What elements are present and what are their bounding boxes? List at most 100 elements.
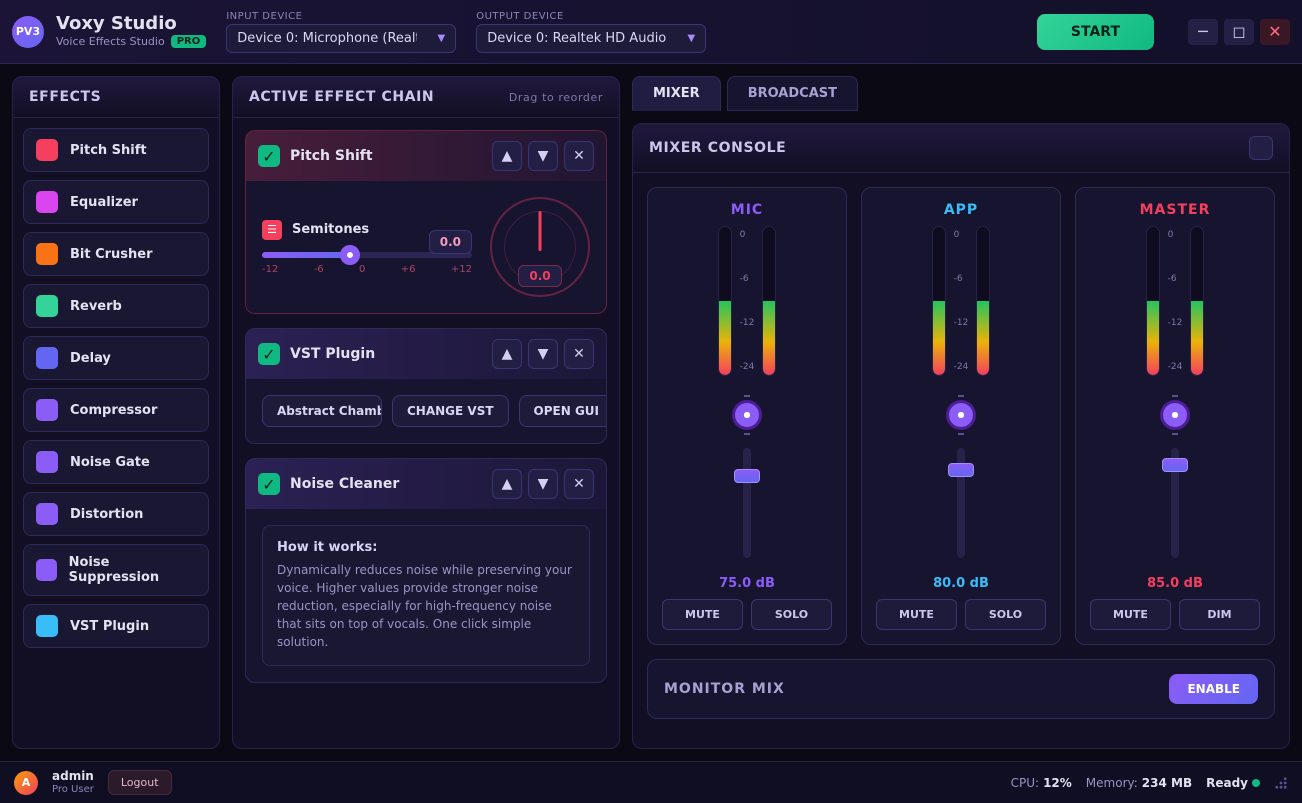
move-up-button[interactable]: ▲ [492,469,522,499]
level-meter-left [1146,226,1160,376]
dial-needle-icon [539,211,542,251]
app-subtitle: Voice Effects Studio [56,35,165,48]
user-role: Pro User [52,784,94,795]
solo-button[interactable]: SOLO [965,599,1046,630]
gain-slider[interactable] [743,448,751,558]
mixer-channel: APP 0-6-12-24 80.0 dB MUTE SOLO [861,187,1061,645]
resize-grip-icon[interactable] [1274,776,1288,790]
open-gui-button[interactable]: OPEN GUI [519,395,607,427]
effect-item[interactable]: Distortion [23,492,209,536]
minimize-button[interactable]: ─ [1188,19,1218,45]
move-up-button[interactable]: ▲ [492,141,522,171]
channel-meter: 0 -6 -12 -24 [1146,226,1205,386]
noise-info-box: How it works: Dynamically reduces noise … [262,525,590,666]
gain-slider[interactable] [957,448,965,558]
logout-button[interactable]: Logout [108,770,172,795]
effect-item[interactable]: Reverb [23,284,209,328]
effect-color-swatch [36,139,58,161]
mute-button[interactable]: MUTE [1090,599,1171,630]
change-vst-button[interactable]: CHANGE VST [392,395,509,427]
db-mark: -12 [1168,318,1183,328]
effect-card-noise-cleaner: ✓ Noise Cleaner ▲ ▼ ✕ How it works: Dyna… [245,458,607,683]
remove-effect-button[interactable]: ✕ [564,141,594,171]
output-device-select[interactable]: Device 0: Realtek HD Audio 2nd output ▼ [476,24,706,53]
remove-effect-button[interactable]: ✕ [564,339,594,369]
semitone-slider[interactable]: 0.0 [262,252,472,258]
input-device-value: Device 0: Microphone (Realtek(R) Audio) [237,31,417,46]
monitor-enable-button[interactable]: ENABLE [1169,674,1258,704]
close-button[interactable]: ✕ [1260,19,1290,45]
effect-label: VST Plugin [70,619,149,634]
move-down-button[interactable]: ▼ [528,141,558,171]
effect-card-title: Noise Cleaner [290,476,399,492]
tab-broadcast[interactable]: BROADCAST [727,76,858,111]
gain-thumb-icon[interactable] [948,463,974,477]
effect-item[interactable]: Equalizer [23,180,209,224]
collapse-mixer-button[interactable] [1249,136,1273,160]
effect-item[interactable]: Noise Gate [23,440,209,484]
effect-enable-toggle[interactable]: ✓ [258,145,280,167]
slider-tick: +6 [401,264,416,275]
db-mark: 0 [1168,230,1183,240]
memory-label: Memory: [1086,776,1138,790]
pan-knob[interactable] [946,400,976,430]
effect-label: Noise Suppression [69,555,196,585]
db-mark: -6 [1168,274,1183,284]
gain-slider[interactable] [1171,448,1179,558]
effect-enable-toggle[interactable]: ✓ [258,473,280,495]
effects-list: Pitch Shift Equalizer Bit Crusher Reverb… [13,118,219,658]
pitch-dial[interactable]: 0.0 [490,197,590,297]
db-mark: -12 [954,318,969,328]
input-device-select[interactable]: Device 0: Microphone (Realtek(R) Audio) … [226,24,456,53]
slider-tick: -6 [314,264,324,275]
mixer-header-label: MIXER CONSOLE [649,140,786,156]
effect-card-pitch-shift: ✓ Pitch Shift ▲ ▼ ✕ ☰ Semitones [245,130,607,314]
vst-plugin-name[interactable]: Abstract Chamber [262,395,382,427]
start-button[interactable]: START [1037,14,1154,50]
db-mark: -24 [1168,362,1183,372]
input-device-group: INPUT DEVICE Device 0: Microphone (Realt… [226,11,456,53]
effect-color-swatch [36,399,58,421]
effect-item[interactable]: Bit Crusher [23,232,209,276]
right-pane: MIXER BROADCAST MIXER CONSOLE MIC 0-6-12… [632,76,1290,749]
effect-card-title: VST Plugin [290,346,375,362]
channel-meter: 0-6-12-24 [718,226,777,386]
effect-card-title: Pitch Shift [290,148,373,164]
solo-button[interactable]: DIM [1179,599,1260,630]
chain-reorder-hint: Drag to reorder [509,91,603,104]
gain-thumb-icon[interactable] [734,469,760,483]
effect-color-swatch [36,347,58,369]
remove-effect-button[interactable]: ✕ [564,469,594,499]
effect-label: Distortion [70,507,143,522]
effect-item[interactable]: Compressor [23,388,209,432]
slider-thumb-icon[interactable] [340,245,360,265]
solo-button[interactable]: SOLO [751,599,832,630]
gain-value: 80.0 dB [933,576,989,591]
move-down-button[interactable]: ▼ [528,469,558,499]
noise-info-title: How it works: [277,540,575,555]
chevron-down-icon: ▼ [688,33,696,44]
mute-button[interactable]: MUTE [662,599,743,630]
gain-value: 85.0 dB [1147,576,1203,591]
effect-item[interactable]: Delay [23,336,209,380]
tab-mixer[interactable]: MIXER [632,76,721,111]
move-down-button[interactable]: ▼ [528,339,558,369]
effect-color-swatch [36,243,58,265]
effect-item[interactable]: VST Plugin [23,604,209,648]
input-device-label: INPUT DEVICE [226,11,456,22]
maximize-button[interactable]: ◻ [1224,19,1254,45]
topbar: PV3 Voxy Studio Voice Effects Studio PRO… [0,0,1302,64]
pan-knob[interactable] [732,400,762,430]
pan-knob[interactable] [1160,400,1190,430]
effect-enable-toggle[interactable]: ✓ [258,343,280,365]
db-mark: -24 [954,362,969,372]
effect-item[interactable]: Noise Suppression [23,544,209,596]
app-logo: PV3 [12,16,44,48]
user-avatar: A [14,771,38,795]
gain-thumb-icon[interactable] [1162,458,1188,472]
move-up-button[interactable]: ▲ [492,339,522,369]
effect-item[interactable]: Pitch Shift [23,128,209,172]
db-mark: 0 [740,230,755,240]
chain-body[interactable]: ✓ Pitch Shift ▲ ▼ ✕ ☰ Semitones [233,118,619,695]
mute-button[interactable]: MUTE [876,599,957,630]
